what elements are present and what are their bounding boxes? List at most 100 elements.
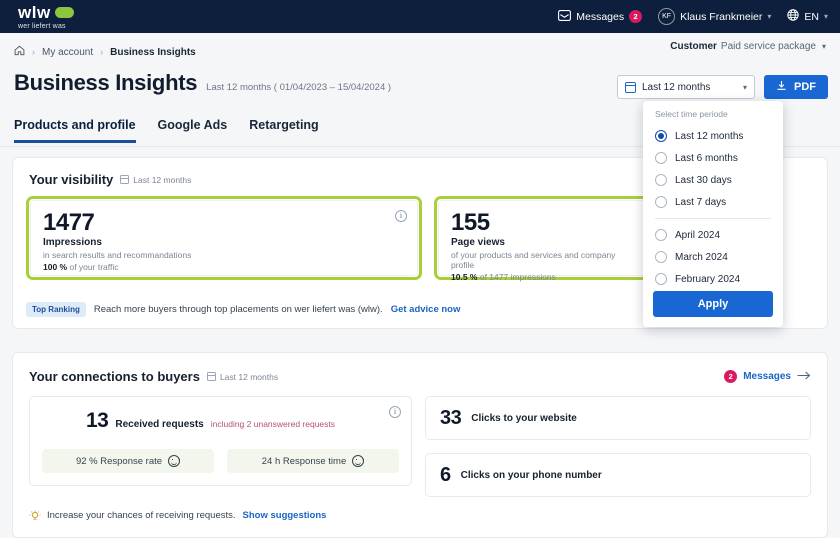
metric-description: in search results and recommandations xyxy=(43,250,192,261)
info-icon[interactable]: i xyxy=(389,406,401,418)
radio-icon xyxy=(655,196,667,208)
user-name-label: Klaus Frankmeier xyxy=(680,10,763,23)
get-advice-link[interactable]: Get advice now xyxy=(391,304,461,315)
dropdown-option-last-7-days[interactable]: Last 7 days xyxy=(643,191,783,213)
response-time-label: 24 h Response time xyxy=(261,455,347,467)
response-stats-row: 92 % Response rate 24 h Response time xyxy=(42,449,399,473)
breadcrumb: › My account › Business Insights xyxy=(0,45,196,59)
received-requests-label: Received requests xyxy=(115,419,204,430)
connections-panel-header: Your connections to buyers Last 12 month… xyxy=(13,353,827,384)
wlw-logo[interactable]: wlw wer liefert was xyxy=(18,4,74,30)
radio-icon xyxy=(655,152,667,164)
suggestion-row: Increase your chances of receiving reque… xyxy=(13,497,827,521)
unanswered-requests-note: including 2 unanswered requests xyxy=(210,419,336,429)
metric-description: of your products and services and compan… xyxy=(451,250,616,271)
suggestion-text: Increase your chances of receiving reque… xyxy=(47,510,236,521)
dropdown-options-list: Last 12 months Last 6 months Last 30 day… xyxy=(643,125,783,285)
info-icon[interactable]: i xyxy=(395,210,407,222)
calendar-icon xyxy=(625,81,636,93)
response-rate-label: 92 % Response rate xyxy=(75,455,163,467)
dropdown-option-label: Last 12 months xyxy=(675,130,744,142)
user-menu[interactable]: KF Klaus Frankmeier ▾ xyxy=(658,8,771,25)
breadcrumb-item-current: Business Insights xyxy=(110,46,196,58)
tab-products-and-profile[interactable]: Products and profile xyxy=(14,118,136,143)
time-period-select[interactable]: Last 12 months ▾ xyxy=(617,75,755,99)
dropdown-option-label: Last 6 months xyxy=(675,152,738,164)
messages-nav-item[interactable]: Messages 2 xyxy=(558,9,643,24)
logo-green-dot-icon xyxy=(54,6,74,18)
tab-retargeting[interactable]: Retargeting xyxy=(249,118,318,143)
dropdown-option-last-6-months[interactable]: Last 6 months xyxy=(643,147,783,169)
lightbulb-icon xyxy=(29,510,41,521)
messages-count-badge: 2 xyxy=(724,370,738,383)
tab-google-ads[interactable]: Google Ads xyxy=(158,118,228,143)
top-ranking-promo: Top Ranking Reach more buyers through to… xyxy=(26,302,460,317)
radio-icon xyxy=(655,229,667,241)
arrow-right-icon xyxy=(797,371,811,383)
radio-icon xyxy=(655,273,667,285)
received-requests-value: 13 xyxy=(85,409,109,432)
page-title: Business Insights xyxy=(14,70,198,95)
avatar: KF xyxy=(658,8,676,25)
connections-title-group: Your connections to buyers Last 12 month… xyxy=(29,369,278,384)
radio-icon xyxy=(655,130,667,142)
language-selector[interactable]: EN ▾ xyxy=(787,9,828,24)
dropdown-option-last-30-days[interactable]: Last 30 days xyxy=(643,169,783,191)
dropdown-footer: Apply xyxy=(643,285,783,327)
smiley-icon xyxy=(352,455,365,467)
logo-tagline: wer liefert was xyxy=(18,22,66,30)
received-requests-headline: 13 Received requests including 2 unanswe… xyxy=(42,409,399,433)
metric-highlight-impressions: 1477 Impressions in search results and r… xyxy=(26,196,422,280)
chevron-down-icon: ▾ xyxy=(742,82,747,92)
export-pdf-button[interactable]: PDF xyxy=(764,75,828,99)
chevron-down-icon[interactable]: ▾ xyxy=(822,42,826,51)
metric-percentage: 10.5 % xyxy=(451,272,478,283)
dropdown-option-march-2024[interactable]: March 2024 xyxy=(643,246,783,268)
dropdown-option-label: April 2024 xyxy=(675,229,721,241)
connections-panel: Your connections to buyers Last 12 month… xyxy=(12,352,828,538)
dropdown-option-february-2024[interactable]: February 2024 xyxy=(643,268,783,285)
metric-highlight-page-views: 155 Page views of your products and serv… xyxy=(434,196,654,282)
clicks-phone-value: 6 xyxy=(440,463,451,486)
visibility-period: Last 12 months xyxy=(120,175,191,185)
connections-body: 13 Received requests including 2 unanswe… xyxy=(13,384,827,497)
dropdown-option-last-12-months[interactable]: Last 12 months xyxy=(643,125,783,147)
top-nav-right-group: Messages 2 KF Klaus Frankmeier ▾ EN ▾ xyxy=(558,8,828,25)
metric-value: 155 xyxy=(451,209,490,236)
received-requests-card[interactable]: 13 Received requests including 2 unanswe… xyxy=(29,396,412,486)
metric-label: Page views xyxy=(451,237,505,249)
page-date-range: Last 12 months ( 01/04/2023 – 15/04/2024… xyxy=(206,82,392,93)
metric-percentage: 100 % xyxy=(43,262,68,273)
metric-card-impressions[interactable]: 1477 Impressions in search results and r… xyxy=(30,200,418,276)
show-suggestions-link[interactable]: Show suggestions xyxy=(243,510,327,521)
radio-icon xyxy=(655,251,667,263)
visibility-heading: Your visibility xyxy=(29,172,114,187)
apply-button[interactable]: Apply xyxy=(653,291,773,317)
connections-heading: Your connections to buyers xyxy=(29,369,200,384)
clicks-phone-card[interactable]: 6 Clicks on your phone number xyxy=(425,453,811,497)
response-time-pill: 24 h Response time xyxy=(227,449,399,473)
envelope-icon xyxy=(558,9,572,24)
customer-package-value: Paid service package xyxy=(720,40,816,52)
clicks-website-card[interactable]: 33 Clicks to your website xyxy=(425,396,811,440)
promo-text: Reach more buyers through top placements… xyxy=(93,304,383,315)
clicks-column: 33 Clicks to your website 6 Clicks on yo… xyxy=(425,396,811,497)
dropdown-option-april-2024[interactable]: April 2024 xyxy=(643,224,783,246)
chevron-down-icon: ▾ xyxy=(767,12,772,21)
home-icon[interactable] xyxy=(14,45,25,59)
breadcrumb-separator: › xyxy=(100,47,104,57)
clicks-website-label: Clicks to your website xyxy=(471,412,577,424)
breadcrumb-item-my-account[interactable]: My account xyxy=(42,47,93,58)
dropdown-option-label: Last 7 days xyxy=(675,196,727,208)
metric-card-page-views[interactable]: 155 Page views of your products and serv… xyxy=(438,200,650,282)
messages-count-badge: 2 xyxy=(629,10,643,23)
messages-nav-label: Messages xyxy=(576,10,625,23)
metric-percentage-suffix: of your traffic xyxy=(69,262,119,273)
smiley-icon xyxy=(168,455,181,467)
logo-wordmark: wlw xyxy=(18,2,51,22)
business-insights-page: wlw wer liefert was Messages 2 KF Klaus … xyxy=(0,0,840,538)
connections-messages-link[interactable]: 2 Messages xyxy=(724,370,811,383)
clicks-phone-label: Clicks on your phone number xyxy=(460,469,602,481)
clicks-website-value: 33 xyxy=(440,406,462,429)
metric-percentage-row: 10.5 % of 1477 impressions xyxy=(451,272,637,282)
